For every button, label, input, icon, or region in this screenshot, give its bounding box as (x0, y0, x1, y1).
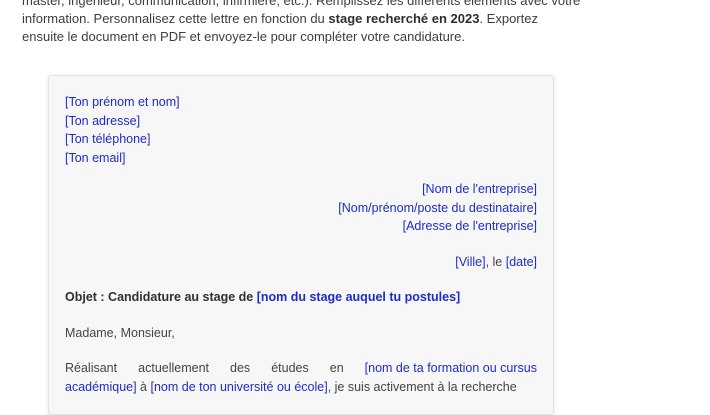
sender-email: [Ton email] (65, 150, 126, 165)
subject-value: [nom du stage auquel tu postules] (256, 290, 461, 304)
body-formation-placeholder: [nom de ta formation ou cursus (364, 361, 537, 375)
recipient-block: [Nom de l'entreprise] [Nom/prénom/poste … (65, 180, 537, 236)
body-line-2: académique] à [nom de ton université ou … (65, 379, 517, 394)
greeting: Madame, Monsieur, (65, 325, 175, 340)
date-value: [date] (505, 254, 537, 269)
subject-label: Objet : Candidature au stage de (65, 290, 257, 304)
body-line-1: Réalisant actuellement des études en [no… (65, 359, 537, 378)
body-school-placeholder: [nom de ton université ou école] (150, 379, 328, 394)
sender-block: [Ton prénom et nom] [Ton adresse] [Ton t… (65, 93, 537, 167)
intro-text: master, ingénieur, communication, infirm… (22, 0, 592, 46)
body-paragraph: Réalisant actuellement des études en [no… (65, 359, 537, 396)
recipient-person: [Nom/prénom/poste du destinataire] (338, 200, 537, 215)
date-city: [Ville] (455, 254, 486, 269)
letter-template: [Ton prénom et nom] [Ton adresse] [Ton t… (48, 75, 554, 415)
intro-line-1: master, ingénieur, communication, infirm… (22, 0, 581, 8)
sender-address: [Ton adresse] (65, 113, 141, 128)
subject-line: Objet : Candidature au stage de [nom du … (65, 288, 537, 307)
sender-name: [Ton prénom et nom] (65, 95, 180, 109)
date-line: [Ville], le [date] (65, 253, 537, 272)
recipient-address: [Adresse de l'entreprise] (402, 219, 537, 233)
intro-highlight: stage recherché en 2023 (328, 11, 480, 26)
sender-phone: [Ton téléphone] (65, 132, 151, 146)
intro-line-2: information. Personnalisez cette lettre … (22, 11, 538, 26)
intro-line-3: ensuite le document en PDF et envoyez-le… (22, 29, 465, 44)
recipient-company: [Nom de l'entreprise] (422, 182, 537, 196)
date-separator: , le (485, 254, 506, 269)
